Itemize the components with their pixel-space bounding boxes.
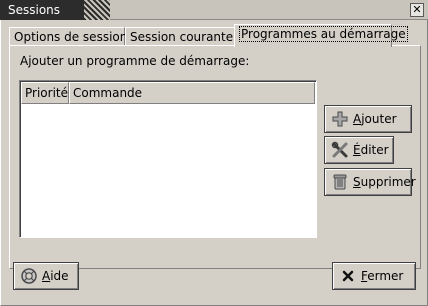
lifebuoy-icon xyxy=(20,267,38,285)
plus-icon xyxy=(331,110,349,128)
tab-session-options[interactable]: Options de session xyxy=(9,27,128,46)
list-header: Priorité Commande xyxy=(21,82,315,104)
edit-label: Éditer xyxy=(353,143,389,157)
help-label: Aide xyxy=(42,269,69,283)
remove-label: Supprimer xyxy=(353,175,416,189)
help-button[interactable]: Aide xyxy=(13,262,79,290)
startup-programs-list[interactable]: Priorité Commande xyxy=(19,80,317,238)
add-label: Ajouter xyxy=(353,112,397,126)
close-label: Fermer xyxy=(361,269,404,283)
tab-current-session[interactable]: Session courante xyxy=(125,27,235,46)
window-title-tab: Sessions xyxy=(0,0,84,20)
close-button[interactable]: Fermer xyxy=(332,262,416,290)
window-close-button[interactable]: ✕ xyxy=(410,3,424,17)
title-bar: Sessions ✕ xyxy=(0,0,428,20)
tab-label: Session courante xyxy=(130,30,234,44)
column-header-command[interactable]: Commande xyxy=(69,82,315,104)
section-label: Ajouter un programme de démarrage: xyxy=(20,54,250,68)
remove-button[interactable]: Supprimer xyxy=(324,168,416,196)
tab-panel: Ajouter un programme de démarrage: Prior… xyxy=(9,45,421,269)
tab-label: Options de session xyxy=(14,30,128,44)
tools-icon xyxy=(331,141,349,159)
close-x-icon xyxy=(339,267,357,285)
add-button[interactable]: Ajouter xyxy=(324,105,412,133)
tab-startup-programs[interactable]: Programmes au démarrage xyxy=(234,24,408,47)
trash-icon xyxy=(331,173,349,191)
window-title: Sessions xyxy=(8,3,61,17)
tab-label: Programmes au démarrage xyxy=(239,26,408,42)
edit-button[interactable]: Éditer xyxy=(324,136,394,164)
column-header-priority[interactable]: Priorité xyxy=(21,82,69,104)
dialog-window: Options de session Session courante Prog… xyxy=(0,20,428,306)
title-pattern xyxy=(84,0,110,20)
